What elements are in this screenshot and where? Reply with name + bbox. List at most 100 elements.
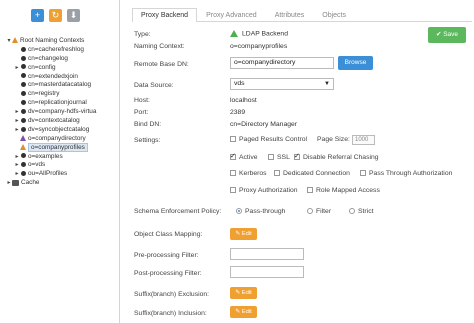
add-button[interactable]: + (31, 9, 44, 22)
node-icon (21, 126, 26, 132)
expand-icon[interactable]: ▸ (14, 161, 20, 170)
expand-icon[interactable]: ▸ (14, 108, 20, 117)
node-icon (21, 64, 26, 70)
pre-processing-filter-input[interactable] (230, 248, 304, 260)
settings-label: Settings: (134, 137, 161, 144)
download-button[interactable]: ⬇ (67, 9, 80, 22)
pre-processing-filter-label: Pre-processing Filter: (134, 252, 199, 259)
tab-attributes[interactable]: Attributes (266, 8, 314, 21)
root-triangle-icon (12, 37, 18, 44)
suffix-inclusion-edit-button[interactable]: ✎ Edit (230, 306, 257, 318)
active-checkbox[interactable] (230, 152, 236, 161)
ldap-backend-icon (230, 30, 238, 37)
expand-icon[interactable]: ▸ (14, 153, 20, 162)
object-class-mapping-label: Object Class Mapping: (134, 231, 203, 238)
role-mapped-access-checkbox[interactable] (307, 187, 313, 194)
suffix-exclusion-label: Suffix(branch) Exclusion: (134, 291, 210, 298)
tree-cache[interactable]: ▸ Cache (6, 179, 120, 188)
expand-icon[interactable]: ▸ (14, 64, 20, 73)
node-icon (21, 153, 26, 159)
save-button[interactable]: ✔ Save (428, 27, 466, 43)
data-source-select[interactable]: vds ▼ (230, 78, 334, 90)
node-icon (21, 55, 26, 61)
tab-proxy-backend[interactable]: Proxy Backend (132, 8, 198, 22)
paged-results-option[interactable]: Paged Results Control (230, 136, 307, 143)
tree-node[interactable]: ▸ cn=config (14, 64, 120, 73)
tree-node[interactable]: ▸ dv=syncobjectcatalog (14, 126, 120, 135)
dedicated-connection-option[interactable]: Dedicated Connection (274, 170, 350, 177)
tree-node[interactable]: cn=masterdatacatalog (14, 81, 120, 90)
page-size-input[interactable]: 1000 (352, 135, 375, 145)
schema-strict-option[interactable]: Strict (349, 208, 373, 215)
node-icon (21, 46, 26, 52)
tree-node[interactable]: ▸ o=vds (14, 161, 120, 170)
tree-node[interactable]: cn=registry (14, 90, 120, 99)
active-option[interactable]: Active (230, 152, 258, 161)
naming-context-label: Naming Context: (134, 43, 185, 50)
pass-through-auth-option[interactable]: Pass Through Authorization (360, 170, 452, 177)
dedicated-connection-checkbox[interactable] (274, 170, 280, 177)
node-icon (21, 82, 26, 88)
node-icon (21, 117, 26, 123)
node-icon (21, 91, 26, 97)
ssl-checkbox[interactable] (268, 154, 274, 161)
disable-referral-option[interactable]: Disable Referral Chasing (294, 152, 379, 161)
paged-results-checkbox[interactable] (230, 136, 236, 143)
kerberos-option[interactable]: Kerberos (230, 170, 267, 177)
page-size-label: Page Size: (317, 136, 350, 143)
tree-node[interactable]: ▸ dv=company-hdfs-virtua (14, 108, 120, 117)
remote-base-dn-input[interactable]: o=companydirectory (230, 57, 334, 69)
host-label: Host: (134, 97, 150, 104)
tab-proxy-advanced[interactable]: Proxy Advanced (197, 8, 266, 21)
schema-filter-option[interactable]: Filter (307, 208, 331, 215)
remote-base-dn-label: Remote Base DN: (134, 61, 189, 68)
tree-root[interactable]: ▾ Root Naming Contexts (6, 37, 120, 46)
tab-objects[interactable]: Objects (313, 8, 355, 21)
tree-node-selected[interactable]: o=companyprofiles (14, 142, 120, 153)
proxy-triangle-icon (20, 135, 26, 142)
tree-node[interactable]: ▸ dv=contextcatalog (14, 117, 120, 126)
details-panel: Proxy Backend Proxy Advanced Attributes … (124, 0, 474, 323)
node-icon (21, 73, 26, 79)
port-value: 2389 (230, 109, 246, 116)
proxy-authorization-option[interactable]: Proxy Authorization (230, 187, 298, 194)
disable-referral-checkbox[interactable] (294, 152, 300, 161)
kerberos-checkbox[interactable] (230, 170, 236, 177)
schema-filter-radio[interactable] (307, 208, 313, 215)
navigation-panel: + ↻ ⬇ ▾ Root Naming Contexts cn=cacherefr… (0, 0, 120, 323)
suffix-exclusion-edit-button[interactable]: ✎ Edit (230, 287, 257, 299)
role-mapped-access-option[interactable]: Role Mapped Access (307, 187, 380, 194)
tree-root-label: Root Naming Contexts (20, 37, 85, 44)
tree-node[interactable]: cn=changelog (14, 55, 120, 64)
browse-button[interactable]: Browse (338, 56, 373, 70)
data-source-label: Data Source: (134, 82, 174, 89)
tree-node[interactable]: cn=replicationjournal (14, 99, 120, 108)
object-class-edit-button[interactable]: ✎ Edit (230, 228, 257, 240)
post-processing-filter-input[interactable] (230, 266, 304, 278)
schema-strict-radio[interactable] (349, 208, 355, 215)
tree-node[interactable]: ▸ o=examples (14, 153, 120, 162)
bind-dn-label: Bind DN: (134, 121, 162, 128)
tree-node[interactable]: ▸ ou=AllProfiles (14, 170, 120, 179)
node-icon (21, 162, 26, 168)
tree-node[interactable]: cn=cacherefreshlog (14, 46, 120, 55)
naming-context-value: o=companyprofiles (230, 43, 288, 50)
tree-node[interactable]: cn=extendedxjoin (14, 73, 120, 82)
expand-icon[interactable]: ▸ (14, 170, 20, 179)
ssl-option[interactable]: SSL (268, 154, 290, 161)
type-value: LDAP Backend (230, 30, 288, 37)
pass-through-auth-checkbox[interactable] (360, 170, 366, 177)
expand-icon[interactable]: ▸ (14, 126, 20, 135)
schema-pass-through-option[interactable]: Pass-through (236, 208, 285, 215)
expand-icon[interactable]: ▸ (14, 117, 20, 126)
chevron-down-icon: ▼ (324, 81, 330, 87)
type-label: Type: (134, 31, 151, 38)
port-label: Port: (134, 109, 149, 116)
node-icon (21, 100, 26, 106)
tree-toolbar: + ↻ ⬇ (31, 9, 80, 22)
host-value: localhost (230, 97, 257, 104)
refresh-button[interactable]: ↻ (49, 9, 62, 22)
proxy-authorization-checkbox[interactable] (230, 187, 236, 194)
schema-pass-through-radio[interactable] (236, 208, 242, 215)
schema-enforcement-label: Schema Enforcement Policy: (134, 208, 222, 215)
